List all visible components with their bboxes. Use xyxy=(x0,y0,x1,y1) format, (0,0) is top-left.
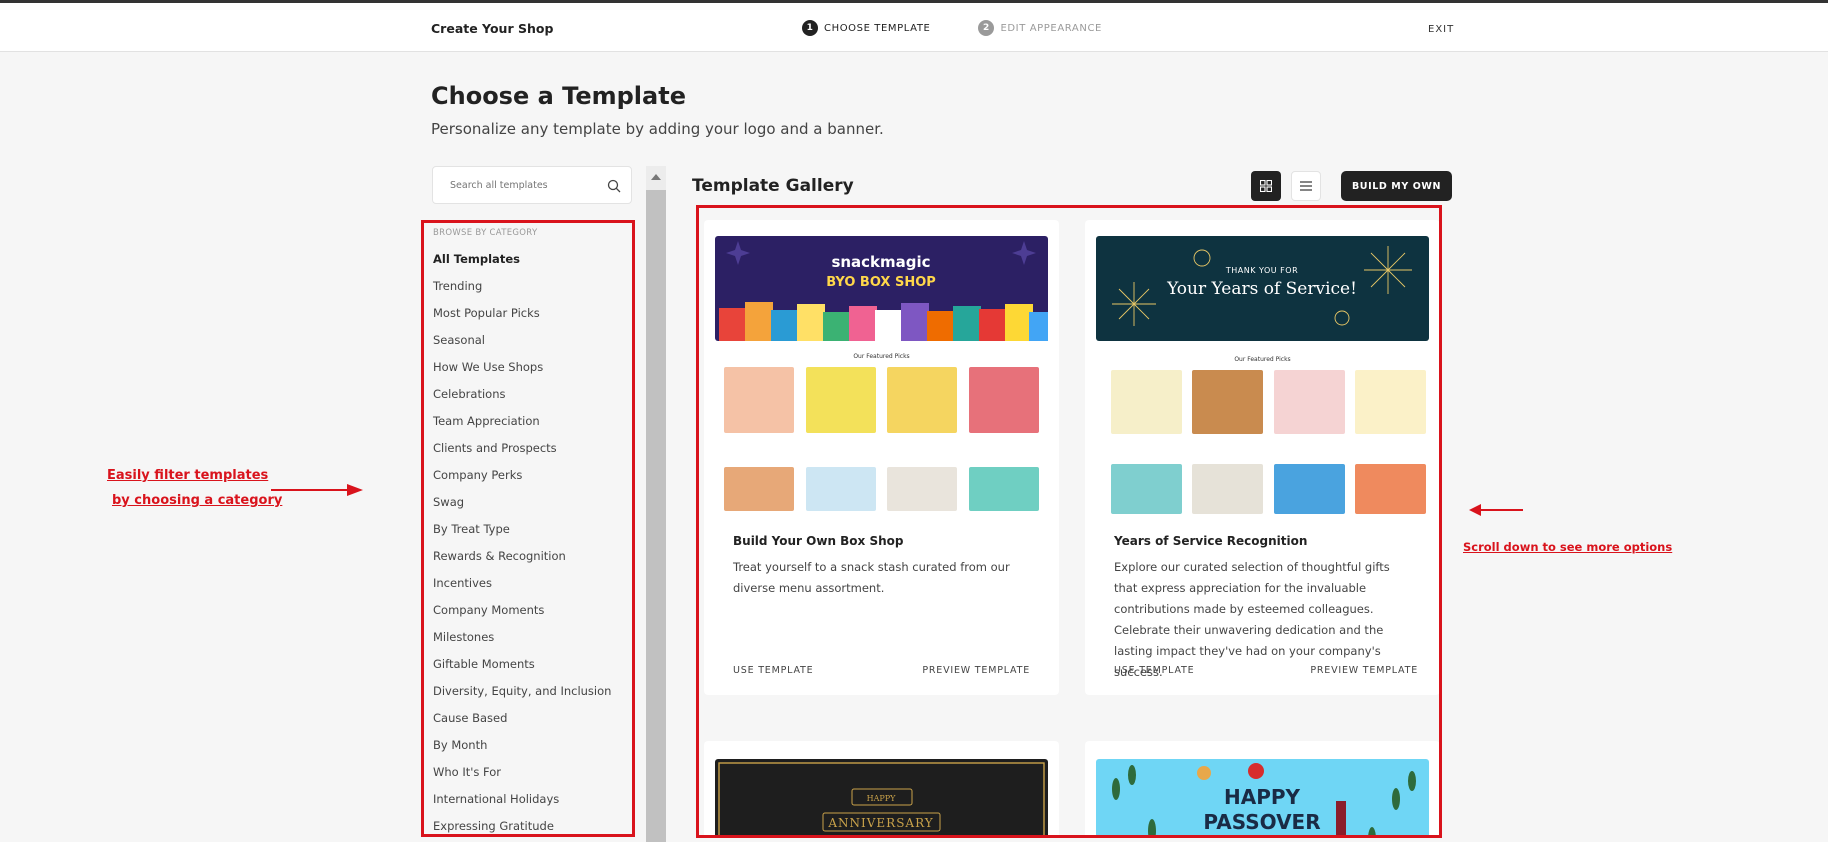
banner-happy-text: HAPPY xyxy=(867,794,897,803)
banner-anniversary-text: ANNIVERSARY xyxy=(827,816,933,830)
gallery-title: Template Gallery xyxy=(692,176,854,196)
category-item[interactable]: By Treat Type xyxy=(433,522,611,549)
category-item[interactable]: Diversity, Equity, and Inclusion xyxy=(433,684,611,711)
product-thumbnail xyxy=(969,367,1039,433)
category-item[interactable]: Expressing Gratitude xyxy=(433,819,611,834)
product-thumbnail xyxy=(887,367,957,433)
search-box xyxy=(432,166,632,204)
category-item[interactable]: Company Perks xyxy=(433,468,611,495)
annotation-scroll: Scroll down to see more options xyxy=(1463,540,1673,554)
category-item[interactable]: Trending xyxy=(433,279,611,306)
product-thumbnail xyxy=(1274,464,1345,514)
step-choose-template: 1 CHOOSE TEMPLATE xyxy=(802,20,930,36)
card-title: Years of Service Recognition xyxy=(1114,534,1308,548)
annotation-filter-line1: Easily filter templates xyxy=(107,468,269,483)
card-banner: HAPPY ANNIVERSARY xyxy=(715,759,1048,835)
featured-picks-heading: Our Featured Picks xyxy=(853,353,910,360)
grid-view-button[interactable] xyxy=(1251,171,1281,201)
step-indicator: 1 CHOOSE TEMPLATE 2 EDIT APPEARANCE xyxy=(802,20,1150,36)
category-item[interactable]: International Holidays xyxy=(433,792,611,819)
product-thumbnail xyxy=(1111,370,1182,434)
template-card[interactable]: HAPPY PASSOVER xyxy=(1085,741,1439,835)
preview-template-link[interactable]: PREVIEW TEMPLATE xyxy=(922,665,1030,676)
template-card[interactable]: THANK YOU FOR Your Years of Service! Our… xyxy=(1085,220,1439,695)
card-title: Build Your Own Box Shop xyxy=(733,534,904,548)
list-view-button[interactable] xyxy=(1291,171,1321,201)
template-gallery: snackmagic BYO BOX SHOP Our Featured Pic… xyxy=(696,205,1442,838)
use-template-link[interactable]: USE TEMPLATE xyxy=(1114,665,1194,676)
use-template-link[interactable]: USE TEMPLATE xyxy=(733,665,813,676)
template-card[interactable]: HAPPY ANNIVERSARY xyxy=(704,741,1059,835)
category-heading: BROWSE BY CATEGORY xyxy=(433,228,538,238)
banner-passover-text: PASSOVER xyxy=(1203,810,1320,834)
category-item[interactable]: All Templates xyxy=(433,252,611,279)
featured-picks-heading: Our Featured Picks xyxy=(1234,356,1291,363)
product-thumbnail xyxy=(1274,370,1345,434)
category-item[interactable]: Company Moments xyxy=(433,603,611,630)
search-icon[interactable] xyxy=(607,179,621,193)
banner-years-service-text: Your Years of Service! xyxy=(1166,279,1357,299)
page-subtitle: Personalize any template by adding your … xyxy=(431,120,884,138)
scroll-thumb[interactable] xyxy=(646,190,666,842)
category-item[interactable]: Most Popular Picks xyxy=(433,306,611,333)
category-list: All Templates Trending Most Popular Pick… xyxy=(433,252,611,834)
category-item[interactable]: Cause Based xyxy=(433,711,611,738)
annotation-filter-line2: by choosing a category xyxy=(112,493,283,508)
product-thumbnail xyxy=(1192,464,1263,514)
product-thumbnail xyxy=(1355,370,1426,434)
category-item[interactable]: Incentives xyxy=(433,576,611,603)
arrow-left-icon xyxy=(1469,504,1523,516)
list-icon xyxy=(1300,181,1312,191)
exit-link[interactable]: EXIT xyxy=(1428,24,1454,35)
category-item[interactable]: Seasonal xyxy=(433,333,611,360)
arrow-right-icon xyxy=(271,484,363,496)
banner-happy-text: HAPPY xyxy=(1224,785,1301,809)
page-title: Choose a Template xyxy=(431,82,686,110)
product-thumbnail xyxy=(1192,370,1263,434)
preview-template-link[interactable]: PREVIEW TEMPLATE xyxy=(1310,665,1418,676)
brand-title: Create Your Shop xyxy=(431,21,554,36)
banner-brand-text: snackmagic xyxy=(831,253,930,271)
category-scrollbar[interactable] xyxy=(646,166,666,842)
step-number: 1 xyxy=(802,20,818,36)
step-label: EDIT APPEARANCE xyxy=(1000,22,1102,34)
product-thumbnail xyxy=(806,367,876,433)
banner-shop-text: BYO BOX SHOP xyxy=(826,275,936,290)
scroll-up-arrow-icon[interactable] xyxy=(651,174,661,180)
template-card[interactable]: snackmagic BYO BOX SHOP Our Featured Pic… xyxy=(704,220,1059,695)
card-description: Treat yourself to a snack stash curated … xyxy=(733,560,1010,595)
category-item[interactable]: Milestones xyxy=(433,630,611,657)
category-item[interactable]: Team Appreciation xyxy=(433,414,611,441)
category-item[interactable]: Who It's For xyxy=(433,765,611,792)
top-bar: Create Your Shop 1 CHOOSE TEMPLATE 2 EDI… xyxy=(0,0,1828,52)
step-label: CHOOSE TEMPLATE xyxy=(824,22,931,34)
build-my-own-button[interactable]: BUILD MY OWN xyxy=(1341,171,1452,201)
product-thumbnail xyxy=(724,367,794,433)
product-thumbnail xyxy=(1355,464,1426,514)
category-item[interactable]: Clients and Prospects xyxy=(433,441,611,468)
product-thumbnail xyxy=(1111,464,1182,514)
card-banner: snackmagic BYO BOX SHOP xyxy=(715,236,1048,341)
category-item[interactable]: How We Use Shops xyxy=(433,360,611,387)
grid-icon xyxy=(1260,180,1272,192)
category-item[interactable]: Celebrations xyxy=(433,387,611,414)
product-thumbnail xyxy=(724,467,794,511)
banner-thank-you-text: THANK YOU FOR xyxy=(1225,266,1298,275)
category-item[interactable]: Giftable Moments xyxy=(433,657,611,684)
product-thumbnail xyxy=(806,467,876,511)
step-edit-appearance: 2 EDIT APPEARANCE xyxy=(978,20,1101,36)
product-thumbnail xyxy=(969,467,1039,511)
card-banner: HAPPY PASSOVER xyxy=(1096,759,1429,835)
product-thumbnail xyxy=(887,467,957,511)
card-banner: THANK YOU FOR Your Years of Service! xyxy=(1096,236,1429,341)
category-item[interactable]: Swag xyxy=(433,495,611,522)
category-item[interactable]: Rewards & Recognition xyxy=(433,549,611,576)
step-number: 2 xyxy=(978,20,995,36)
category-item[interactable]: By Month xyxy=(433,738,611,765)
search-input[interactable] xyxy=(433,167,603,203)
category-panel: BROWSE BY CATEGORY All Templates Trendin… xyxy=(421,220,635,837)
